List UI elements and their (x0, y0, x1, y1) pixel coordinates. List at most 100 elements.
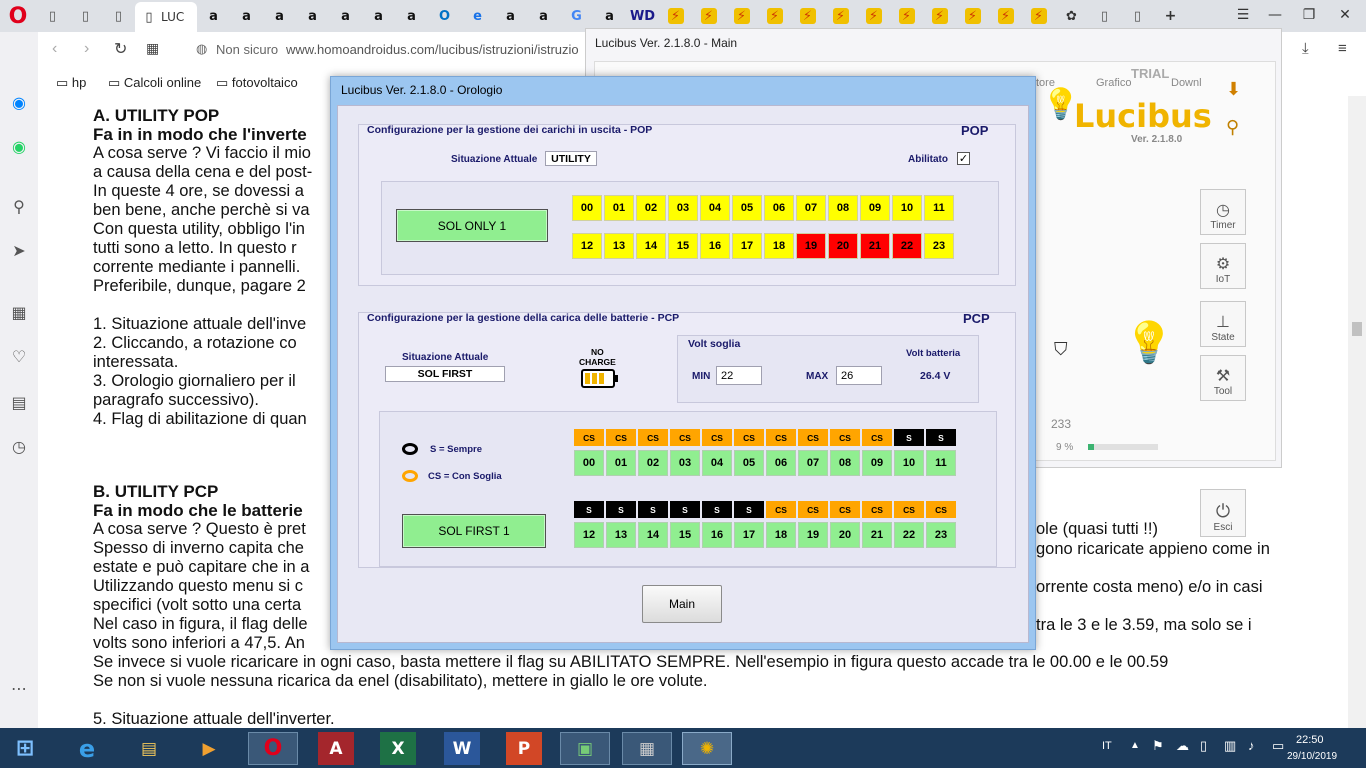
pop-hour-cell[interactable]: 18 (764, 233, 794, 259)
bookmark-fotovoltaico[interactable]: ▭ fotovoltaico (216, 75, 298, 91)
reload-icon[interactable]: ↻ (114, 39, 127, 59)
pcp-hour-cell[interactable]: 14 (638, 522, 668, 548)
pcp-hour-cell[interactable]: 13 (606, 522, 636, 548)
tab[interactable]: a (593, 2, 626, 30)
pop-hour-cell[interactable]: 20 (828, 233, 858, 259)
pop-hour-cell[interactable]: 19 (796, 233, 826, 259)
pcp-hour-cell[interactable]: 15 (670, 522, 700, 548)
pcp-hour-cell[interactable]: 22 (894, 522, 924, 548)
pcp-tag-cell[interactable]: S (670, 501, 700, 518)
tab[interactable]: ⚡ (725, 2, 758, 30)
pcp-hour-cell[interactable]: 02 (638, 450, 668, 476)
pcp-tag-cell[interactable]: S (894, 429, 924, 446)
iot-button[interactable]: ⚙ IoT (1200, 243, 1246, 289)
pcp-hour-cell[interactable]: 21 (862, 522, 892, 548)
tab-active[interactable]: ▯ LUC (135, 2, 197, 32)
tab[interactable]: ▯ (36, 2, 69, 30)
restore-icon[interactable]: ❐ (1291, 0, 1327, 30)
forward-icon[interactable]: › (84, 40, 89, 58)
opera-task-icon[interactable]: O (248, 732, 298, 765)
tab[interactable]: ⚡ (758, 2, 791, 30)
news-icon[interactable]: ▤ (9, 392, 29, 412)
pop-abilitato-checkbox[interactable]: ✓ (957, 152, 970, 165)
tab[interactable]: ⚡ (923, 2, 956, 30)
url-field[interactable]: www.homoandroidus.com/lucibus/istruzioni… (286, 42, 579, 57)
send-icon[interactable]: ➤ (9, 240, 29, 260)
tab[interactable]: O (428, 2, 461, 30)
tab-menu-icon[interactable]: ☰ (1225, 0, 1261, 30)
pcp-hour-cell[interactable]: 23 (926, 522, 956, 548)
bookmark-calcoli[interactable]: ▭ Calcoli online (108, 75, 201, 91)
pop-hour-cell[interactable]: 22 (892, 233, 922, 259)
min-input[interactable]: 22 (716, 366, 762, 385)
explorer-icon[interactable]: ▤ (124, 732, 174, 765)
media-player-icon[interactable]: ▶ (184, 732, 234, 765)
new-tab-button[interactable]: + (1154, 2, 1187, 30)
pcp-tag-cell[interactable]: CS (766, 501, 796, 518)
pop-hour-cell[interactable]: 07 (796, 195, 826, 221)
page-scrollbar[interactable] (1348, 96, 1366, 728)
pop-hour-cell[interactable]: 13 (604, 233, 634, 259)
pcp-tag-cell[interactable]: S (574, 501, 604, 518)
network-icon[interactable]: ▥ (1224, 738, 1236, 754)
tab[interactable]: a (230, 2, 263, 30)
tab[interactable]: ⚡ (890, 2, 923, 30)
pcp-tag-cell[interactable]: CS (798, 501, 828, 518)
messenger-icon[interactable]: ◉ (9, 92, 29, 112)
tab[interactable]: ⚡ (857, 2, 890, 30)
opera-menu-icon[interactable]: O (0, 0, 36, 32)
pcp-hour-cell[interactable]: 11 (926, 450, 956, 476)
pop-hour-cell[interactable]: 15 (668, 233, 698, 259)
powerpoint-icon[interactable]: P (506, 732, 542, 765)
pcp-hour-cell[interactable]: 08 (830, 450, 860, 476)
pcp-hour-cell[interactable]: 05 (734, 450, 764, 476)
state-button[interactable]: ⊥ State (1200, 301, 1246, 347)
main-button[interactable]: Main (642, 585, 722, 623)
pcp-hour-cell[interactable]: 00 (574, 450, 604, 476)
speed-dial-icon[interactable]: ▦ (9, 302, 29, 322)
pcp-tag-cell[interactable]: CS (798, 429, 828, 446)
pcp-hour-cell[interactable]: 18 (766, 522, 796, 548)
tab[interactable]: WD (626, 2, 659, 30)
volume-icon[interactable]: ♪ (1248, 738, 1255, 753)
max-input[interactable]: 26 (836, 366, 882, 385)
pop-hour-cell[interactable]: 02 (636, 195, 666, 221)
pcp-hour-cell[interactable]: 10 (894, 450, 924, 476)
pop-hour-cell[interactable]: 16 (700, 233, 730, 259)
tab[interactable]: a (494, 2, 527, 30)
pcp-hour-cell[interactable]: 19 (798, 522, 828, 548)
device-icon[interactable]: ▯ (1200, 738, 1207, 754)
pop-hour-cell[interactable]: 12 (572, 233, 602, 259)
download-arrow-icon[interactable]: ⬇ (1226, 79, 1241, 100)
pop-hour-cell[interactable]: 05 (732, 195, 762, 221)
pcp-tag-cell[interactable]: CS (862, 429, 892, 446)
pcp-tag-cell[interactable]: S (702, 501, 732, 518)
tab[interactable]: a (197, 2, 230, 30)
pop-hour-cell[interactable]: 08 (828, 195, 858, 221)
tool-button[interactable]: ⚒ Tool (1200, 355, 1246, 401)
tab[interactable]: ⚡ (659, 2, 692, 30)
pcp-tag-cell[interactable]: CS (574, 429, 604, 446)
pop-hour-cell[interactable]: 14 (636, 233, 666, 259)
tab[interactable]: a (263, 2, 296, 30)
tab[interactable]: G (560, 2, 593, 30)
pop-hour-cell[interactable]: 23 (924, 233, 954, 259)
pop-hour-cell[interactable]: 00 (572, 195, 602, 221)
orologio-window[interactable]: Lucibus Ver. 2.1.8.0 - Orologio Configur… (330, 76, 1036, 650)
history-icon[interactable]: ◷ (9, 436, 29, 456)
pcp-tag-cell[interactable]: CS (830, 429, 860, 446)
tab[interactable]: ⚡ (791, 2, 824, 30)
tab[interactable]: ⚡ (989, 2, 1022, 30)
lucibus-task-icon[interactable]: ✺ (682, 732, 732, 765)
search-icon[interactable]: ⚲ (9, 196, 29, 216)
tab[interactable]: ✿ (1055, 2, 1088, 30)
pcp-tag-cell[interactable]: S (926, 429, 956, 446)
pop-hour-cell[interactable]: 04 (700, 195, 730, 221)
power-tray-icon[interactable]: ▭ (1272, 738, 1284, 754)
pop-hour-cell[interactable]: 21 (860, 233, 890, 259)
tab[interactable]: ▯ (1121, 2, 1154, 30)
security-label[interactable]: Non sicuro (216, 42, 278, 57)
pcp-hour-cell[interactable]: 01 (606, 450, 636, 476)
tab[interactable]: ▯ (1088, 2, 1121, 30)
pcp-tag-cell[interactable]: CS (670, 429, 700, 446)
